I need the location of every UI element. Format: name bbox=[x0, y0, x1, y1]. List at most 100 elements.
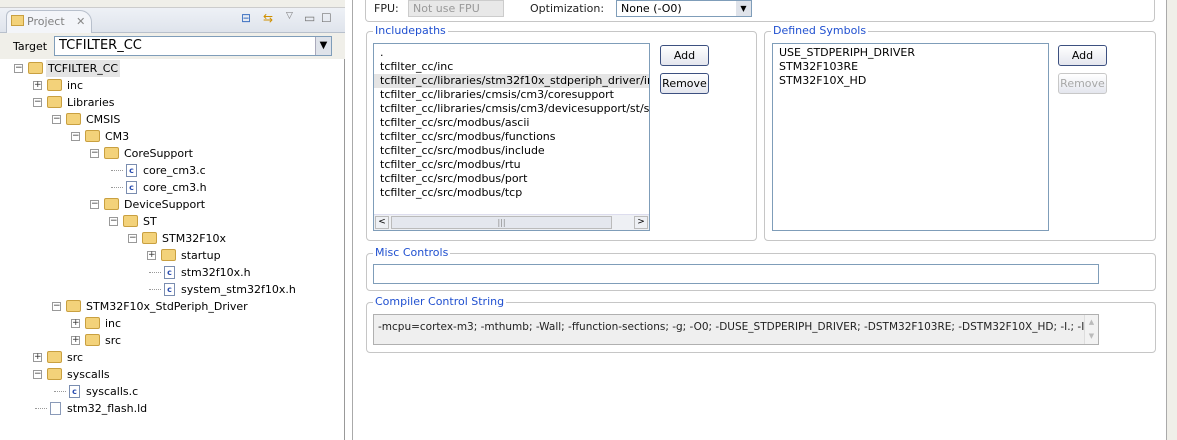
collapse-icon[interactable]: − bbox=[71, 132, 80, 141]
tree-item-label: src bbox=[67, 351, 84, 364]
list-item[interactable]: tcfilter_cc/src/modbus/port bbox=[374, 172, 649, 186]
collapse-icon[interactable]: − bbox=[52, 115, 61, 124]
target-value: TCFILTER_CC bbox=[59, 38, 142, 53]
maximize-icon[interactable]: ☐ bbox=[321, 11, 332, 25]
collapse-icon[interactable]: − bbox=[33, 98, 42, 107]
tree-item[interactable]: c syscalls.c bbox=[0, 383, 340, 400]
scroll-left-icon[interactable]: < bbox=[375, 216, 389, 229]
includepaths-list[interactable]: . tcfilter_cc/inc tcfilter_cc/libraries/st… bbox=[373, 43, 650, 231]
list-item[interactable]: tcfilter_cc/libraries/stm32f10x_stdperip… bbox=[374, 74, 649, 88]
tree-item[interactable]: c core_cm3.c bbox=[0, 162, 340, 179]
list-item[interactable]: tcfilter_cc/src/modbus/functions bbox=[374, 130, 649, 144]
collapse-icon[interactable]: − bbox=[33, 370, 42, 379]
tree-connector bbox=[111, 187, 123, 188]
list-item[interactable]: tcfilter_cc/src/modbus/rtu bbox=[374, 158, 649, 172]
list-item[interactable]: tcfilter_cc/libraries/cmsis/cm3/devicesu… bbox=[374, 102, 649, 116]
tree-item[interactable]: c stm32f10x.h bbox=[0, 264, 340, 281]
minimize-icon[interactable]: ▭ bbox=[304, 11, 315, 25]
project-icon bbox=[11, 15, 24, 26]
collapse-icon[interactable]: − bbox=[128, 234, 137, 243]
target-select[interactable]: TCFILTER_CC ▼ bbox=[54, 36, 332, 56]
target-row: Target TCFILTER_CC ▼ bbox=[0, 33, 345, 59]
folder-icon bbox=[104, 198, 119, 210]
chevron-down-icon[interactable]: ▼ bbox=[315, 37, 331, 55]
list-item[interactable]: tcfilter_cc/src/modbus/tcp bbox=[374, 186, 649, 200]
list-item[interactable]: tcfilter_cc/inc bbox=[374, 60, 649, 74]
tree-connector bbox=[149, 272, 161, 273]
tree-item[interactable]: − CMSIS bbox=[0, 111, 340, 128]
folder-icon bbox=[123, 215, 138, 227]
collapse-icon[interactable]: − bbox=[14, 64, 23, 73]
tab-project[interactable]: Project ✕ bbox=[6, 10, 92, 33]
tree-item-label: ST bbox=[143, 215, 157, 228]
includepaths-title: Includepaths bbox=[373, 24, 448, 37]
target-label: Target bbox=[13, 40, 48, 53]
tree-item[interactable]: − TCFILTER_CC bbox=[0, 60, 340, 77]
tree-item[interactable]: − syscalls bbox=[0, 366, 340, 383]
scrollbar-thumb[interactable]: ||| bbox=[391, 216, 612, 229]
project-tree: − TCFILTER_CC + inc − Libraries − CMSIS − CM3− Cor… bbox=[0, 60, 343, 440]
fpu-select[interactable]: Not use FPU bbox=[408, 0, 504, 17]
optimization-select[interactable]: None (-O0) ▼ bbox=[616, 0, 752, 17]
tree-item[interactable]: − Libraries bbox=[0, 94, 340, 111]
tree-item-label: core_cm3.c bbox=[143, 164, 206, 177]
tree-item[interactable]: − CM3 bbox=[0, 128, 340, 145]
list-item[interactable]: STM32F10X_HD bbox=[773, 74, 1048, 88]
tree-item-label: CMSIS bbox=[86, 113, 121, 126]
collapse-icon[interactable]: − bbox=[52, 302, 61, 311]
tree-item-label: inc bbox=[67, 79, 84, 92]
tree-item[interactable]: + src bbox=[0, 332, 340, 349]
defined-symbols-title: Defined Symbols bbox=[771, 24, 869, 37]
view-menu-icon[interactable]: ▽ bbox=[286, 11, 293, 21]
list-item[interactable]: STM32F103RE bbox=[773, 60, 1048, 74]
close-icon[interactable]: ✕ bbox=[76, 15, 85, 28]
tree-item[interactable]: c core_cm3.h bbox=[0, 179, 340, 196]
symbols-add-button[interactable]: Add bbox=[1058, 45, 1107, 66]
folder-icon bbox=[85, 334, 100, 346]
expand-icon[interactable]: + bbox=[147, 251, 156, 260]
collapse-all-icon[interactable]: ⊟ bbox=[241, 11, 251, 25]
tree-item[interactable]: + src bbox=[0, 349, 340, 366]
includepaths-add-button[interactable]: Add bbox=[660, 45, 709, 66]
collapse-icon[interactable]: − bbox=[90, 149, 99, 158]
tree-item-label: CM3 bbox=[105, 130, 130, 143]
compiler-control-textarea[interactable]: -mcpu=cortex-m3; -mthumb; -Wall; -ffunct… bbox=[373, 314, 1099, 345]
misc-controls-input[interactable] bbox=[373, 264, 1099, 284]
tree-item-label: core_cm3.h bbox=[143, 181, 207, 194]
tree-item-label: stm32_flash.ld bbox=[67, 402, 148, 415]
expand-icon[interactable]: + bbox=[33, 353, 42, 362]
tree-item[interactable]: + inc bbox=[0, 77, 340, 94]
defined-symbols-list[interactable]: USE_STDPERIPH_DRIVER STM32F103RE STM32F10X… bbox=[772, 43, 1049, 231]
collapse-icon[interactable]: − bbox=[90, 200, 99, 209]
list-item[interactable]: tcfilter_cc/libraries/cmsis/cm3/coresupp… bbox=[374, 88, 649, 102]
c-file-icon: c bbox=[164, 266, 175, 279]
symbols-remove-button: Remove bbox=[1058, 73, 1107, 94]
link-with-editor-icon[interactable]: ⇆ bbox=[263, 11, 273, 25]
tree-item[interactable]: − ST bbox=[0, 213, 340, 230]
tree-item[interactable]: − DeviceSupport bbox=[0, 196, 340, 213]
tree-item[interactable]: c system_stm32f10x.h bbox=[0, 281, 340, 298]
horizontal-scrollbar[interactable]: < ||| > bbox=[374, 214, 649, 230]
folder-icon bbox=[142, 232, 157, 244]
tree-item[interactable]: + inc bbox=[0, 315, 340, 332]
tree-item[interactable]: − STM32F10x bbox=[0, 230, 340, 247]
scroll-right-icon[interactable]: > bbox=[634, 216, 648, 229]
project-folder-icon bbox=[28, 62, 43, 74]
folder-icon bbox=[66, 113, 81, 125]
chevron-down-icon[interactable]: ▼ bbox=[736, 1, 751, 16]
includepaths-remove-button[interactable]: Remove bbox=[660, 73, 709, 94]
tree-item[interactable]: + startup bbox=[0, 247, 340, 264]
list-item[interactable]: . bbox=[374, 46, 649, 60]
tree-item[interactable]: − STM32F10x_StdPeriph_Driver bbox=[0, 298, 340, 315]
list-item[interactable]: tcfilter_cc/src/modbus/include bbox=[374, 144, 649, 158]
tree-item[interactable]: stm32_flash.ld bbox=[0, 400, 340, 417]
expand-icon[interactable]: + bbox=[71, 336, 80, 345]
window-edge bbox=[1167, 0, 1177, 440]
list-item[interactable]: tcfilter_cc/src/modbus/ascii bbox=[374, 116, 649, 130]
list-item[interactable]: USE_STDPERIPH_DRIVER bbox=[773, 46, 1048, 60]
collapse-icon[interactable]: − bbox=[109, 217, 118, 226]
tree-item[interactable]: − CoreSupport bbox=[0, 145, 340, 162]
expand-icon[interactable]: + bbox=[71, 319, 80, 328]
expand-icon[interactable]: + bbox=[33, 81, 42, 90]
vertical-scrollbar[interactable]: ▲ ▼ bbox=[1084, 315, 1098, 344]
